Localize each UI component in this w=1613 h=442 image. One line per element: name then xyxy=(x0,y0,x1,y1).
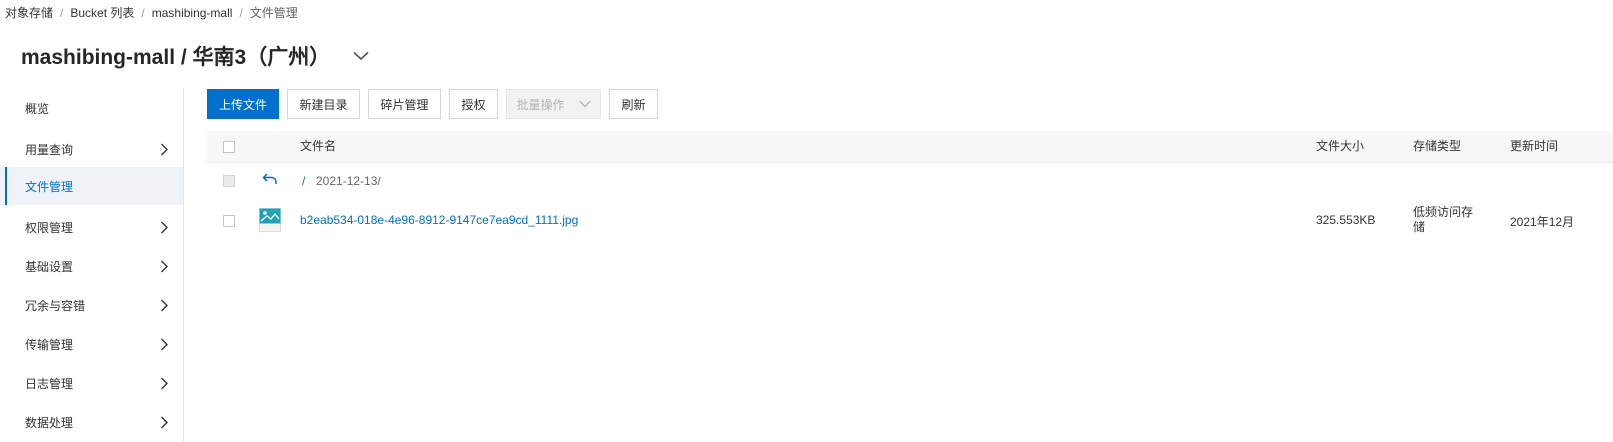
column-header-size[interactable]: 文件大小 xyxy=(1316,131,1364,162)
sidebar-item-label: 冗余与容错 xyxy=(25,298,86,313)
path-row-checkbox xyxy=(223,175,235,187)
chevron-right-icon xyxy=(157,337,171,351)
image-file-icon xyxy=(259,208,281,235)
sidebar-item-transfer[interactable]: 传输管理 xyxy=(0,325,183,363)
sidebar-item-label: 基础设置 xyxy=(25,259,74,274)
chevron-right-icon xyxy=(157,142,171,156)
batch-operations-label: 批量操作 xyxy=(516,97,565,112)
column-header-filename[interactable]: 文件名 xyxy=(300,131,336,162)
sidebar-item-label: 数据处理 xyxy=(25,415,74,430)
table-header: 文件名 文件大小 存储类型 更新时间 xyxy=(207,131,1613,163)
breadcrumb-object-storage[interactable]: 对象存储 xyxy=(5,6,53,20)
parent-path-row: / 2021-12-13/ xyxy=(207,163,1613,199)
batch-operations-dropdown[interactable]: 批量操作 xyxy=(506,89,601,119)
column-header-storage-type[interactable]: 存储类型 xyxy=(1413,131,1461,162)
breadcrumb-separator: / xyxy=(239,6,243,20)
back-arrow-icon[interactable] xyxy=(262,172,278,189)
chevron-right-icon xyxy=(157,259,171,273)
sidebar-item-permissions[interactable]: 权限管理 xyxy=(0,208,183,246)
new-directory-button[interactable]: 新建目录 xyxy=(287,89,360,119)
chevron-right-icon xyxy=(157,298,171,312)
page-title: mashibing-mall / 华南3（广州） xyxy=(21,46,331,69)
root-path-link[interactable]: / xyxy=(302,174,305,188)
sidebar-item-data-processing[interactable]: 数据处理 xyxy=(0,403,183,441)
breadcrumb: 对象存储 / Bucket 列表 / mashibing-mall / 文件管理 xyxy=(5,4,298,21)
breadcrumb-current: 文件管理 xyxy=(249,6,298,20)
storage-type-line1: 低频访问存 xyxy=(1413,205,1474,219)
table-row[interactable]: b2eab534-018e-4e96-8912-9147ce7ea9cd_111… xyxy=(207,199,1613,243)
storage-type-line2: 储 xyxy=(1413,220,1426,234)
sidebar-item-label: 权限管理 xyxy=(25,220,74,235)
refresh-button[interactable]: 刷新 xyxy=(609,89,658,119)
sidebar-item-label: 文件管理 xyxy=(25,179,74,194)
column-header-updated[interactable]: 更新时间 xyxy=(1510,131,1558,162)
chevron-right-icon xyxy=(157,220,171,234)
sidebar-item-label: 日志管理 xyxy=(25,376,74,391)
breadcrumb-separator: / xyxy=(60,6,64,20)
updated-time: 2021年12月 xyxy=(1510,215,1575,229)
file-size: 325.553KB xyxy=(1316,213,1376,227)
row-checkbox[interactable] xyxy=(223,215,235,227)
storage-type: 低频访问存 储 xyxy=(1413,205,1473,235)
breadcrumb-separator: / xyxy=(141,6,145,20)
fragment-management-button[interactable]: 碎片管理 xyxy=(368,89,441,119)
toolbar: 上传文件 新建目录 碎片管理 授权 批量操作 刷新 xyxy=(207,89,666,119)
sidebar-item-usage[interactable]: 用量查询 xyxy=(0,130,183,168)
sidebar-item-logs[interactable]: 日志管理 xyxy=(0,364,183,402)
file-name-link[interactable]: b2eab534-018e-4e96-8912-9147ce7ea9cd_111… xyxy=(300,213,578,227)
sidebar-item-basic-settings[interactable]: 基础设置 xyxy=(0,247,183,285)
bucket-switch-chevron-down-icon[interactable] xyxy=(352,47,370,65)
sidebar-item-label: 用量查询 xyxy=(25,142,74,157)
sidebar-nav: 概览 用量查询 文件管理 权限管理 基础设置 冗余与容错 传输管理 日志管理 数… xyxy=(0,88,184,442)
chevron-right-icon xyxy=(157,376,171,390)
sidebar-item-label: 概览 xyxy=(25,101,50,116)
chevron-down-icon xyxy=(579,100,591,108)
chevron-right-icon xyxy=(157,415,171,429)
sidebar-item-file-management[interactable]: 文件管理 xyxy=(0,167,183,205)
select-all-checkbox[interactable] xyxy=(223,141,235,153)
page-title-row: mashibing-mall / 华南3（广州） xyxy=(21,41,370,71)
file-table: 文件名 文件大小 存储类型 更新时间 / 2021-12-13/ b2eab53… xyxy=(207,131,1613,243)
breadcrumb-bucket[interactable]: mashibing-mall xyxy=(152,6,233,20)
breadcrumb-bucket-list[interactable]: Bucket 列表 xyxy=(70,6,134,20)
sidebar-item-redundancy[interactable]: 冗余与容错 xyxy=(0,286,183,324)
authorize-button[interactable]: 授权 xyxy=(449,89,498,119)
sidebar-item-overview[interactable]: 概览 xyxy=(0,89,183,127)
sidebar-item-label: 传输管理 xyxy=(25,337,74,352)
upload-file-button[interactable]: 上传文件 xyxy=(207,89,279,119)
current-path: 2021-12-13/ xyxy=(316,174,381,188)
